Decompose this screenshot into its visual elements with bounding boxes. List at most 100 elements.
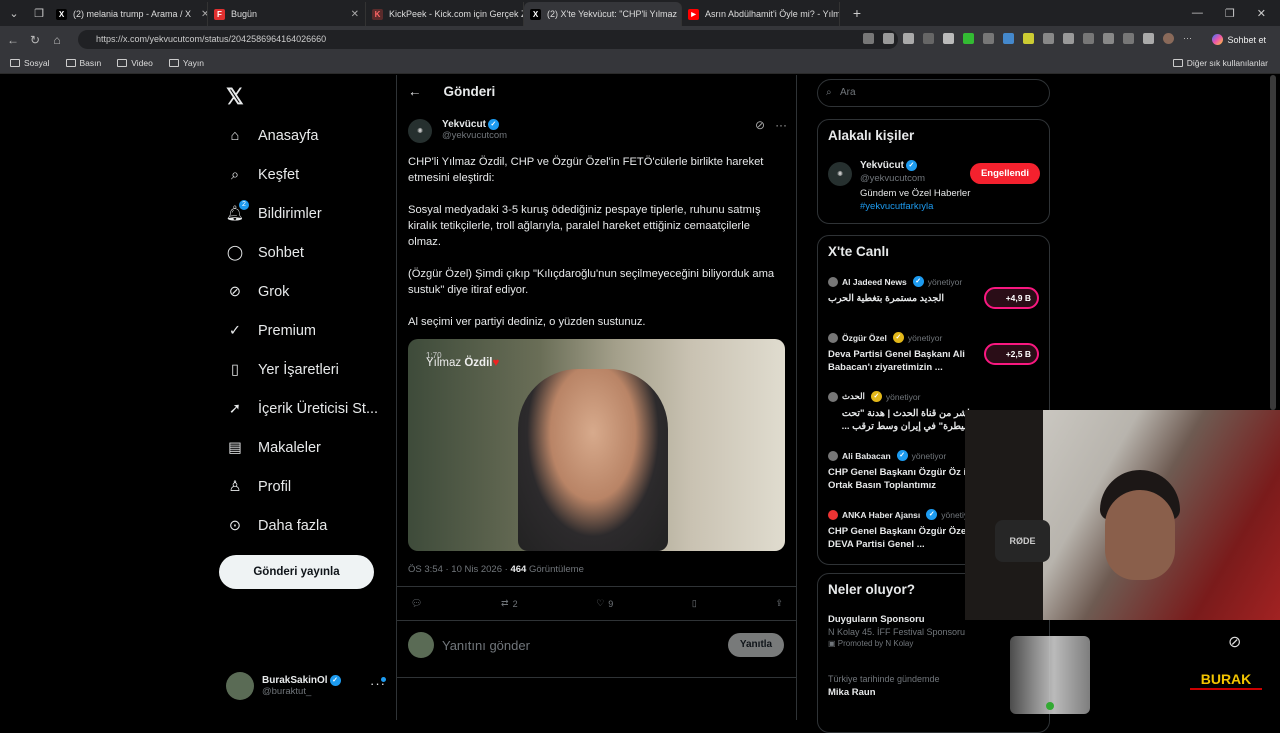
nav-item-bookmarks[interactable]: ▯ Yer İşaretleri xyxy=(226,350,378,389)
nav-item-notifications[interactable]: 🔔︎ 2 Bildirimler xyxy=(226,194,378,233)
live-item[interactable]: Al Jadeed News ✓ yönetiyor الجديد مستمرة ب… xyxy=(828,276,1039,309)
view-count: 464 xyxy=(510,564,527,575)
bookmark-folder[interactable]: Sosyal xyxy=(10,58,50,68)
nav-label: Daha fazla xyxy=(258,517,328,534)
back-arrow-icon[interactable]: ← xyxy=(408,84,422,99)
downloads-icon[interactable] xyxy=(1143,33,1154,44)
post-time[interactable]: ÖS 3:54 · 10 Nis 2026 · xyxy=(408,564,510,575)
other-bookmarks[interactable]: Diğer sık kullanılanlar xyxy=(1172,58,1268,68)
kickpeek-favicon-icon: K xyxy=(372,8,383,20)
close-tab-icon[interactable]: ✕ xyxy=(197,9,207,20)
person-hashtag[interactable]: #yekvucutfarkıyla xyxy=(860,201,970,212)
collections-icon[interactable] xyxy=(1103,33,1114,44)
post-video[interactable]: 1:70 Yılmaz Özdil♥ xyxy=(408,339,785,551)
search-input[interactable]: ⌕ Ara xyxy=(817,79,1050,107)
blocked-button[interactable]: Engellendi xyxy=(970,163,1040,184)
browser-tab-4-active[interactable]: X (2) X'te Yekvücut: "CHP'li Yılmaz ✕ xyxy=(524,2,682,26)
trend-item[interactable]: Türkiye tarihinde gündemde Mika Raun xyxy=(828,672,940,698)
close-tab-icon[interactable]: ✕ xyxy=(347,9,359,20)
extension-icon[interactable] xyxy=(963,33,974,44)
trend-subtitle: N Kolay 45. İFF Festival Sponsoru xyxy=(828,627,966,637)
author-avatar[interactable]: ✺ xyxy=(408,119,432,143)
verified-gold-icon: ✓ xyxy=(870,391,882,402)
nav-item-articles[interactable]: ▤ Makaleler xyxy=(226,428,378,467)
extension-icon[interactable] xyxy=(1023,33,1034,44)
bookmark-button[interactable]: ▯ xyxy=(692,598,697,609)
restore-icon[interactable]: ❐ xyxy=(1225,7,1235,20)
bookmark-folder[interactable]: Basın xyxy=(65,58,101,68)
tab-title: KickPeek - Kick.com için Gerçek Za xyxy=(389,9,524,19)
copilot-chat-button[interactable]: Sohbet et xyxy=(1206,30,1272,49)
split-screen-icon[interactable] xyxy=(1063,33,1074,44)
account-handle: @buraktut_ xyxy=(262,686,312,698)
host-avatar xyxy=(828,276,838,287)
page-scrollbar[interactable] xyxy=(1270,75,1276,410)
home-icon[interactable]: ⌂ xyxy=(46,33,68,47)
grok-icon[interactable]: ⊘ xyxy=(755,118,765,132)
reply-input[interactable]: Yanıtını gönder xyxy=(442,638,530,653)
post-header: ← Gönderi xyxy=(408,84,495,99)
browser-tab-3[interactable]: K KickPeek - Kick.com için Gerçek Za ✕ xyxy=(366,2,524,26)
nav-item-explore[interactable]: ⌕ Keşfet xyxy=(226,155,378,194)
extension-icon[interactable] xyxy=(983,33,994,44)
nav-label: Grok xyxy=(258,283,290,300)
back-arrow-icon[interactable]: ← xyxy=(2,33,24,47)
url-field[interactable]: https://x.com/yekvucutcom/status/2042586… xyxy=(78,30,898,49)
nav-item-grok[interactable]: ⊘ Grok xyxy=(226,272,378,311)
browser-tab-2[interactable]: F Bugün ✕ xyxy=(208,2,366,26)
extension-icon[interactable] xyxy=(943,33,954,44)
nav-item-home[interactable]: ⌂ Anasayfa xyxy=(226,116,378,155)
nav-item-creator-studio[interactable]: ➚ İçerik Üreticisi St... xyxy=(226,389,378,428)
trend-item[interactable]: Duyguların Sponsoru N Kolay 45. İFF Fest… xyxy=(828,614,965,648)
bookmark-label: Yayın xyxy=(182,58,204,68)
extension-icon[interactable] xyxy=(863,33,874,44)
nav-item-more[interactable]: ⊙ Daha fazla xyxy=(226,506,378,545)
extension-icon[interactable] xyxy=(923,33,934,44)
share-button[interactable]: ⇪ xyxy=(775,598,783,609)
author-name[interactable]: Yekvücut xyxy=(442,119,486,130)
reply-button[interactable]: 💬︎ xyxy=(411,598,422,609)
close-window-icon[interactable]: ✕ xyxy=(1257,7,1266,20)
account-switcher[interactable]: BurakSakinOl ✓ @buraktut_ xyxy=(226,672,341,700)
person-avatar[interactable]: ✺ xyxy=(828,162,852,186)
star-icon[interactable] xyxy=(903,33,914,44)
repost-button[interactable]: ⇄ 2 xyxy=(501,598,518,609)
tab-list-chevron-icon[interactable]: ⌄ xyxy=(3,2,25,24)
nav-item-premium[interactable]: ✓ Premium xyxy=(226,311,378,350)
x-logo-icon[interactable]: 𝕏 xyxy=(226,84,244,110)
bookmark-folder[interactable]: Yayın xyxy=(168,58,204,68)
nav-item-messages[interactable]: ◯ Sohbet xyxy=(226,233,378,272)
nav-item-profile[interactable]: ♙ Profil xyxy=(226,467,378,506)
live-title: Deva Partisi Genel Başkanı Ali Babacan'ı… xyxy=(828,349,965,373)
workspaces-icon[interactable]: ❐ xyxy=(28,2,50,24)
repost-count: 2 xyxy=(512,598,518,609)
post-author[interactable]: ✺ Yekvücut ✓ @yekvucutcom xyxy=(408,119,507,143)
like-button[interactable]: ♡ 9 xyxy=(596,598,613,609)
divider xyxy=(397,586,796,587)
refresh-icon[interactable]: ↻ xyxy=(24,33,46,47)
minimize-icon[interactable]: — xyxy=(1192,7,1203,20)
video-frame-person xyxy=(518,369,668,551)
reply-submit-button[interactable]: Yanıtla xyxy=(728,633,784,657)
browser-tab-5[interactable]: ▶ Asrın Abdülhamit'i Öyle mi? - Yılm ✕ xyxy=(682,2,840,26)
promoted-icon: ▣ xyxy=(828,639,838,648)
post-actions: 💬︎ ⇄ 2 ♡ 9 ▯ ⇪ xyxy=(411,598,783,609)
more-icon[interactable]: ··· xyxy=(775,118,787,132)
profile-avatar[interactable] xyxy=(1163,33,1174,44)
extension-icon[interactable] xyxy=(1043,33,1054,44)
post-button[interactable]: Gönderi yayınla xyxy=(219,555,374,589)
live-item[interactable]: Özgür Özel ✓ yönetiyor Deva Partisi Genel … xyxy=(828,332,1039,374)
flipboard-favicon-icon: F xyxy=(214,8,225,20)
more-icon[interactable]: ··· xyxy=(1183,33,1194,44)
reply-composer: Yanıtını gönder xyxy=(408,632,530,658)
new-tab-plus-icon[interactable]: + xyxy=(846,2,868,24)
bookmark-folder[interactable]: Video xyxy=(117,58,153,68)
extensions-puzzle-icon[interactable] xyxy=(1123,33,1134,44)
extension-icon[interactable] xyxy=(1003,33,1014,44)
browser-tab-1[interactable]: X (2) melania trump - Arama / X ✕ xyxy=(50,2,208,26)
favorites-icon[interactable] xyxy=(1083,33,1094,44)
webcam-person xyxy=(1105,490,1175,580)
extension-icon[interactable] xyxy=(883,33,894,44)
person-name[interactable]: Yekvücut xyxy=(860,160,904,171)
address-bar-row: ← ↻ ⌂ https://x.com/yekvucutcom/status/2… xyxy=(0,26,1280,53)
